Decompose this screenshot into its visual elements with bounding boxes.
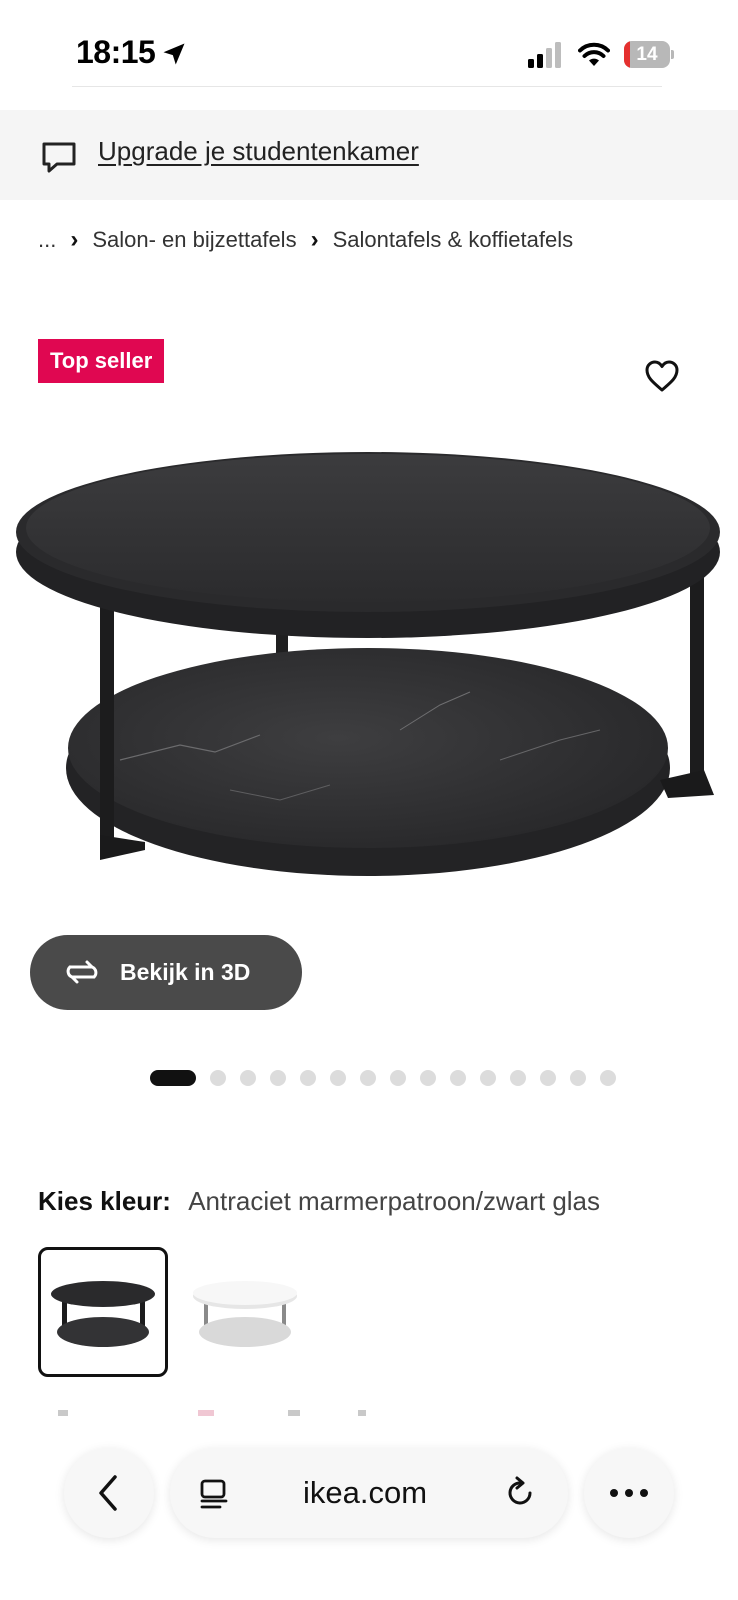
carousel-dot[interactable]: [390, 1070, 406, 1086]
swatch-image-wit: [193, 1281, 297, 1347]
more-button[interactable]: [584, 1448, 674, 1538]
promo-link[interactable]: Upgrade je studentenkamer: [98, 136, 419, 167]
battery-level: 14: [636, 44, 658, 65]
heart-icon: [645, 360, 679, 392]
carousel-dot[interactable]: [540, 1070, 556, 1086]
color-swatch-wit[interactable]: [180, 1247, 310, 1377]
top-seller-badge: Top seller: [38, 339, 165, 383]
status-time: 18:15: [76, 34, 156, 70]
breadcrumb-ellipsis[interactable]: ...: [38, 227, 56, 253]
breadcrumb-item-salon-bijzettafels[interactable]: Salon- en bijzettafels: [92, 227, 296, 253]
image-carousel-indicator[interactable]: [150, 1069, 630, 1087]
color-selection: Kies kleur: Antraciet marmerpatroon/zwar…: [38, 1186, 600, 1217]
chat-bubble-icon: [42, 142, 76, 173]
favorite-button[interactable]: [638, 352, 686, 400]
status-divider: [72, 86, 662, 87]
carousel-dot[interactable]: [240, 1070, 256, 1086]
browser-toolbar: ikea.com: [0, 1420, 738, 1600]
back-button[interactable]: [64, 1448, 154, 1538]
color-swatch-antraciet[interactable]: [38, 1247, 168, 1377]
promo-banner[interactable]: Upgrade je studentenkamer: [0, 110, 738, 200]
carousel-dot[interactable]: [510, 1070, 526, 1086]
rotate-3d-icon: [66, 960, 98, 984]
color-label: Kies kleur:: [38, 1186, 171, 1216]
carousel-dot[interactable]: [300, 1070, 316, 1086]
carousel-dot[interactable]: [480, 1070, 496, 1086]
view-3d-label: Bekijk in 3D: [120, 959, 251, 985]
back-chevron-icon: [99, 1475, 117, 1511]
view-3d-button[interactable]: Bekijk in 3D: [30, 935, 302, 1010]
more-icon: [610, 1489, 648, 1497]
cellular-signal-icon: [528, 42, 561, 68]
carousel-dot[interactable]: [330, 1070, 346, 1086]
reader-mode-icon: [200, 1479, 228, 1509]
carousel-dot[interactable]: [570, 1070, 586, 1086]
battery-icon: 14: [624, 41, 674, 68]
url-text[interactable]: ikea.com: [250, 1448, 480, 1538]
carousel-dot-active[interactable]: [150, 1070, 196, 1086]
product-image[interactable]: [0, 430, 738, 910]
location-arrow-icon: [163, 43, 185, 65]
carousel-dot[interactable]: [210, 1070, 226, 1086]
carousel-dot[interactable]: [420, 1070, 436, 1086]
address-bar[interactable]: ikea.com: [170, 1448, 568, 1538]
carousel-dot[interactable]: [270, 1070, 286, 1086]
status-bar: 18:15 14: [0, 0, 738, 96]
breadcrumb-separator: ›: [70, 226, 79, 253]
breadcrumb-separator: ›: [310, 226, 319, 253]
carousel-dot[interactable]: [450, 1070, 466, 1086]
carousel-dot[interactable]: [600, 1070, 616, 1086]
wifi-icon: [578, 42, 610, 66]
breadcrumb-item-salontafels[interactable]: Salontafels & koffietafels: [333, 227, 574, 253]
swatch-image-antraciet: [51, 1281, 155, 1347]
reload-icon[interactable]: [504, 1476, 538, 1510]
color-value: Antraciet marmerpatroon/zwart glas: [188, 1186, 601, 1216]
breadcrumb: ... › Salon- en bijzettafels › Salontafe…: [38, 226, 573, 254]
carousel-dot[interactable]: [360, 1070, 376, 1086]
